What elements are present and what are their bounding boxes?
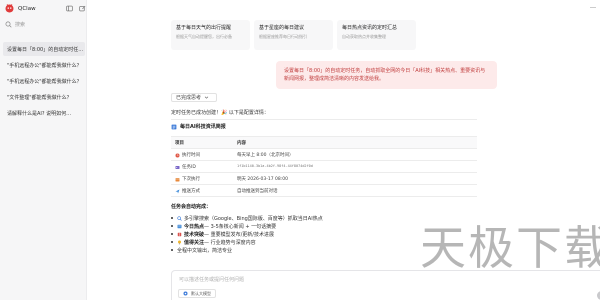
suggestion-title: 基于星座的每日建议: [259, 25, 305, 31]
suggestion-cards: 基于每日天气的出行提醒 根据天气自动提醒您，出行必备 基于星座的每日建议 根据星…: [171, 20, 416, 50]
table-cell-value: 明天 2026-03-17 08:00: [237, 177, 288, 182]
watermark: 天极下载: [420, 221, 600, 275]
brand: QClaw: [5, 4, 36, 13]
table-header-cell: 项目: [175, 141, 184, 146]
feature-list: 多引擎搜索（Google、Bing国际版、百度等）抓取当日AI热点 今日热点 —…: [171, 214, 323, 254]
report-icon: [171, 124, 177, 129]
list-item-bold: 今日热点: [184, 223, 205, 230]
suggestion-desc: 自动获取热点并收集整理: [342, 34, 386, 39]
list-item-text: — 3-5条核心新闻 + 一句话摘要: [204, 223, 277, 230]
chat-main: 基于每日天气的出行提醒 根据天气自动提醒您，出行必备 基于星座的每日建议 根据星…: [88, 0, 600, 300]
table-row: 执行时间 每天早上 8:00（北京时间）: [171, 149, 477, 161]
list-item: 全程中文输出，简洁专业: [171, 246, 323, 254]
panel-toggle-icon[interactable]: [66, 5, 73, 12]
suggestion-card[interactable]: 基于每日天气的出行提醒 根据天气自动提醒您，出行必备: [171, 20, 250, 50]
task-id-value: 1f1b1140-3b1a-4b2f-98f4-44f8074d2f0d: [237, 164, 313, 168]
search-button[interactable]: 搜索: [5, 20, 83, 29]
config-table: 项目 内容 执行时间 每天早上 8:00（北京时间） 任务ID 1f1b1140…: [171, 136, 477, 197]
suggestion-card[interactable]: 每日热点资讯的定时汇总 自动获取热点并收集整理: [337, 20, 416, 50]
list-item-bold: 值得关注: [184, 239, 205, 246]
news-icon: [177, 224, 182, 228]
list-item: 技术突破 — 重要模型发布/更新/技术进展: [171, 230, 323, 238]
chat-item[interactable]: 请解释什么是AI? 说明如何…: [3, 106, 85, 120]
table-cell-label: 执行时间: [182, 153, 200, 158]
task-title-text: 每日AI科技资讯简报: [180, 124, 226, 130]
search-label: 搜索: [15, 22, 26, 28]
list-item-bold: 技术突破: [184, 231, 205, 238]
thinking-label: 已完成思考: [176, 95, 202, 101]
suggestion-title: 基于每日天气的出行提醒: [176, 25, 232, 31]
new-chat-icon[interactable]: [79, 5, 86, 12]
chat-item[interactable]: "手机远程办公"都能帮我做什么？: [3, 58, 85, 72]
table-header-cell: 内容: [237, 141, 246, 146]
composer-placeholder: 可以描述任务或提问任何问题: [179, 277, 245, 283]
list-item: 值得关注 — 行业趋势与深度内容: [171, 238, 323, 246]
app-name: QClaw: [18, 5, 36, 12]
chat-item[interactable]: "文件整理"都能帮我做什么？: [3, 90, 85, 104]
list-item-text: — 行业趋势与深度内容: [204, 239, 256, 246]
search-icon: [177, 215, 182, 221]
search-icon: [5, 21, 12, 28]
chevron-down-icon: [204, 96, 209, 99]
model-label: 默认大模型: [191, 290, 211, 296]
suggestion-card[interactable]: 基于星座的每日建议 根据星座推荐每日行动指引: [254, 20, 333, 50]
table-row: 任务ID 1f1b1140-3b1a-4b2f-98f4-44f8074d2f0…: [171, 161, 477, 173]
list-item-text: 全程中文输出，简洁专业: [177, 247, 233, 254]
task-title: 每日AI科技资讯简报: [171, 123, 226, 130]
user-message: 设置每日「8:00」的自动定时任务，自动抓取全网的今日「AI科技」相关热点、重要…: [276, 61, 497, 89]
list-item-text: — 重要模型发布/更新/技术进展: [204, 231, 274, 238]
qclaw-logo-icon: [5, 4, 14, 13]
list-item-text: 多引擎搜索（Google、Bing国际版、百度等）抓取当日AI热点: [184, 215, 323, 222]
lightbulb-icon: [178, 240, 181, 244]
id-badge-icon: [175, 165, 180, 169]
model-icon: [183, 291, 188, 296]
table-cell-value: 每天早上 8:00（北京时间）: [237, 153, 294, 158]
success-message: 定时任务已成功创建！🎉 以下是配置详情：: [171, 110, 269, 116]
list-item: 多引擎搜索（Google、Bing国际版、百度等）抓取当日AI热点: [171, 214, 323, 222]
message-composer[interactable]: 可以描述任务或提问任何问题 默认大模型: [171, 270, 600, 300]
chat-list: 设置每日「8:00」的自动定时任… "手机远程办公"都能帮我做什么？ "手机远程…: [3, 42, 85, 122]
table-row: 推送方式 自动推送到当前对话: [171, 185, 477, 197]
suggestion-desc: 根据天气自动提醒您，出行必备: [176, 34, 232, 39]
table-cell-label: 任务ID: [182, 165, 196, 170]
sidebar: QClaw 搜索 设置每日「8:00」的自动定时任… "手机远程办公"都能帮我做…: [0, 0, 87, 300]
send-icon: [175, 189, 180, 193]
table-row: 下次执行 明天 2026-03-17 08:00: [171, 173, 477, 185]
table-cell-label: 下次执行: [182, 177, 200, 182]
table-cell-value: 自动推送到当前对话: [237, 189, 278, 194]
calendar-icon: [175, 177, 180, 181]
table-cell-label: 推送方式: [182, 189, 200, 194]
thinking-toggle[interactable]: 已完成思考: [171, 93, 217, 102]
book-icon: [177, 232, 182, 236]
chat-item[interactable]: "手机远程办公"都能帮我做什么？: [3, 74, 85, 88]
divider: [171, 119, 477, 120]
table-header-row: 项目 内容: [171, 137, 477, 149]
clock-icon: [175, 153, 180, 157]
model-selector[interactable]: 默认大模型: [178, 289, 216, 298]
auto-heading: 任务会自动完成：: [171, 204, 212, 210]
suggestion-desc: 根据星座推荐每日行动指引: [259, 34, 307, 39]
more-options-icon[interactable]: [590, 6, 596, 9]
chat-item[interactable]: 设置每日「8:00」的自动定时任…: [3, 42, 85, 56]
suggestion-title: 每日热点资讯的定时汇总: [342, 25, 398, 31]
list-item: 今日热点 — 3-5条核心新闻 + 一句话摘要: [171, 222, 323, 230]
